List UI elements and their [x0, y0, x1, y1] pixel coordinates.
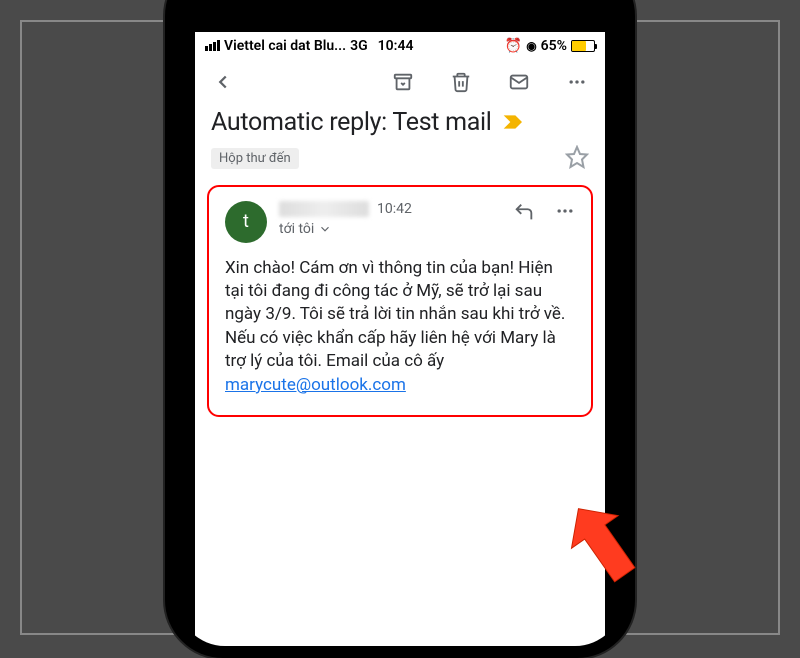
sender-info: 10:42 tới tôi	[279, 201, 501, 237]
status-bar: Viettel cai dat Blu... 3G 10:44 ⏰ ◉ 65%	[195, 32, 605, 58]
location-icon: ◉	[526, 39, 536, 53]
body-text: Xin chào! Cám ơn vì thông tin của bạn! H…	[225, 258, 565, 372]
body-email-link[interactable]: marycute@outlook.com	[225, 375, 406, 395]
recipient-label: tới tôi	[279, 221, 314, 237]
message-actions	[513, 201, 575, 227]
network-label: 3G	[350, 38, 368, 54]
toolbar	[195, 58, 605, 104]
signal-icon	[205, 40, 220, 51]
email-body: Xin chào! Cám ơn vì thông tin của bạn! H…	[225, 257, 575, 398]
label-row: Hộp thư đến	[195, 141, 605, 185]
email-subject: Automatic reply: Test mail	[211, 108, 492, 137]
star-button[interactable]	[565, 145, 589, 173]
battery-pct: 65%	[541, 38, 567, 54]
recipient-line[interactable]: tới tôi	[279, 221, 501, 237]
phone-device: Viettel cai dat Blu... 3G 10:44 ⏰ ◉ 65%	[165, 0, 635, 658]
annotation-arrow-icon	[567, 497, 662, 597]
archive-button[interactable]	[391, 70, 415, 94]
outer-frame: Viettel cai dat Blu... 3G 10:44 ⏰ ◉ 65%	[20, 20, 780, 635]
message-more-button[interactable]	[555, 201, 575, 227]
carrier-label: Viettel cai dat Blu...	[224, 38, 346, 54]
email-card: t 10:42 tới tôi	[207, 185, 593, 418]
screen: Viettel cai dat Blu... 3G 10:44 ⏰ ◉ 65%	[195, 32, 605, 646]
important-marker-icon[interactable]	[502, 114, 522, 130]
subject-row: Automatic reply: Test mail	[195, 104, 605, 141]
inbox-label-chip[interactable]: Hộp thư đến	[211, 148, 299, 169]
back-button[interactable]	[211, 70, 235, 94]
reply-button[interactable]	[513, 201, 535, 227]
delete-button[interactable]	[449, 70, 473, 94]
phone-bezel: Viettel cai dat Blu... 3G 10:44 ⏰ ◉ 65%	[177, 0, 623, 646]
sender-name-redacted	[279, 201, 369, 217]
battery-icon	[571, 40, 595, 52]
status-left: Viettel cai dat Blu... 3G 10:44	[205, 38, 413, 54]
mark-unread-button[interactable]	[507, 70, 531, 94]
more-button[interactable]	[565, 70, 589, 94]
message-time: 10:42	[377, 201, 412, 217]
sender-row: t 10:42 tới tôi	[225, 201, 575, 243]
alarm-icon: ⏰	[505, 38, 522, 54]
status-right: ⏰ ◉ 65%	[505, 38, 595, 54]
avatar[interactable]: t	[225, 201, 267, 243]
chevron-down-icon	[318, 222, 332, 236]
status-time: 10:44	[378, 38, 414, 54]
